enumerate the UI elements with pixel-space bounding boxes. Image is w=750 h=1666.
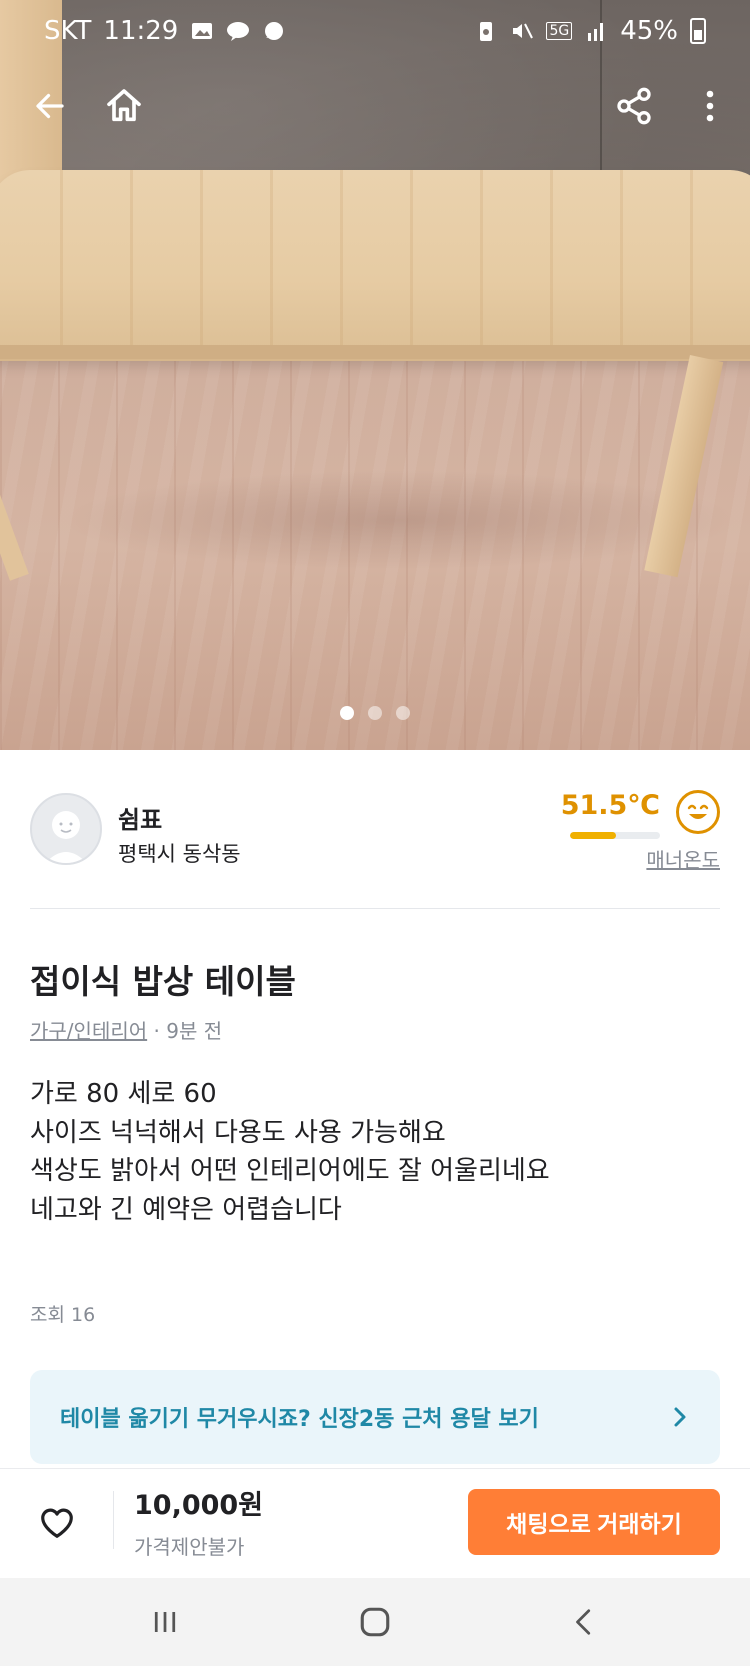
clock: 11:29 <box>103 16 179 46</box>
description-line: 사이즈 넉넉해서 다용도 사용 가능해요 <box>30 1117 446 1148</box>
delivery-banner[interactable]: 테이블 옮기기 무거우시죠? 신장2동 근처 용달 보기 <box>30 1370 720 1464</box>
battery-saver-icon <box>480 22 493 41</box>
chevron-right-icon <box>674 1407 686 1427</box>
smiley-face-icon <box>676 790 720 834</box>
post-category-link[interactable]: 가구/인테리어 <box>30 1019 147 1043</box>
avatar[interactable] <box>30 793 102 865</box>
default-avatar-icon <box>45 811 87 863</box>
seller-location: 평택시 동삭동 <box>118 842 241 866</box>
carrier: SKT <box>44 16 92 46</box>
post-title: 접이식 밥상 테이블 <box>30 962 296 1001</box>
battery-percent: 45% <box>620 16 678 46</box>
gallery-pagination <box>0 706 750 720</box>
view-count: 조회 16 <box>30 1304 96 1326</box>
signal-icon <box>588 23 604 41</box>
bottom-action-bar: 10,000원 가격제안불가 채팅으로 거래하기 <box>0 1468 750 1578</box>
app-bar <box>0 70 750 142</box>
seller-profile[interactable]: 쉼표 평택시 동삭동 51.5℃ 매너온도 <box>30 790 720 880</box>
chat-trade-button[interactable]: 채팅으로 거래하기 <box>468 1489 720 1555</box>
photo-shadow <box>60 470 740 570</box>
manner-temperature: 51.5℃ <box>560 790 660 821</box>
seller-name[interactable]: 쉼표 <box>118 800 162 835</box>
chat-notification-icon <box>265 22 284 40</box>
manner-temperature-fill <box>570 832 617 839</box>
home-button-icon[interactable] <box>353 1600 397 1644</box>
more-vertical-icon[interactable] <box>686 82 734 130</box>
post-meta: 가구/인테리어 · 9분 전 <box>30 1015 222 1044</box>
system-nav-bar <box>0 1578 750 1666</box>
page-dot <box>396 706 410 720</box>
post-description: 가로 80 세로 60 사이즈 넉넉해서 다용도 사용 가능해요 색상도 밝아서… <box>30 1075 550 1229</box>
back-arrow-icon[interactable] <box>26 82 74 130</box>
mute-icon <box>513 23 534 39</box>
price: 10,000원 <box>134 1490 264 1521</box>
heart-icon[interactable] <box>36 1501 78 1543</box>
battery-icon <box>690 18 706 44</box>
page-dot <box>368 706 382 720</box>
photo-table-edge <box>0 345 750 359</box>
talk-notification-icon <box>227 22 250 41</box>
share-icon[interactable] <box>610 82 658 130</box>
description-line: 네고와 긴 예약은 어렵습니다 <box>30 1194 342 1225</box>
status-bar: SKT 11:29 5G 45% <box>0 0 750 62</box>
description-line: 색상도 밝아서 어떤 인테리어에도 잘 어울리네요 <box>30 1156 550 1186</box>
home-icon[interactable] <box>100 82 148 130</box>
post-time: · 9분 전 <box>153 1019 223 1043</box>
divider <box>30 908 720 909</box>
banner-text: 테이블 옮기기 무거우시죠? 신장2동 근처 용달 보기 <box>60 1407 539 1432</box>
network-type: 5G <box>546 22 573 40</box>
recent-apps-icon[interactable] <box>143 1600 187 1644</box>
page-dot-active <box>340 706 354 720</box>
description-line: 가로 80 세로 60 <box>30 1079 217 1109</box>
manner-temperature-bar <box>570 832 660 839</box>
manner-temperature-link[interactable]: 매너온도 <box>646 844 720 873</box>
photo-table-top <box>0 170 750 355</box>
divider <box>113 1491 114 1549</box>
gallery-notification-icon <box>192 23 213 39</box>
negotiation-status: 가격제안불가 <box>134 1535 245 1559</box>
back-nav-icon[interactable] <box>563 1600 607 1644</box>
